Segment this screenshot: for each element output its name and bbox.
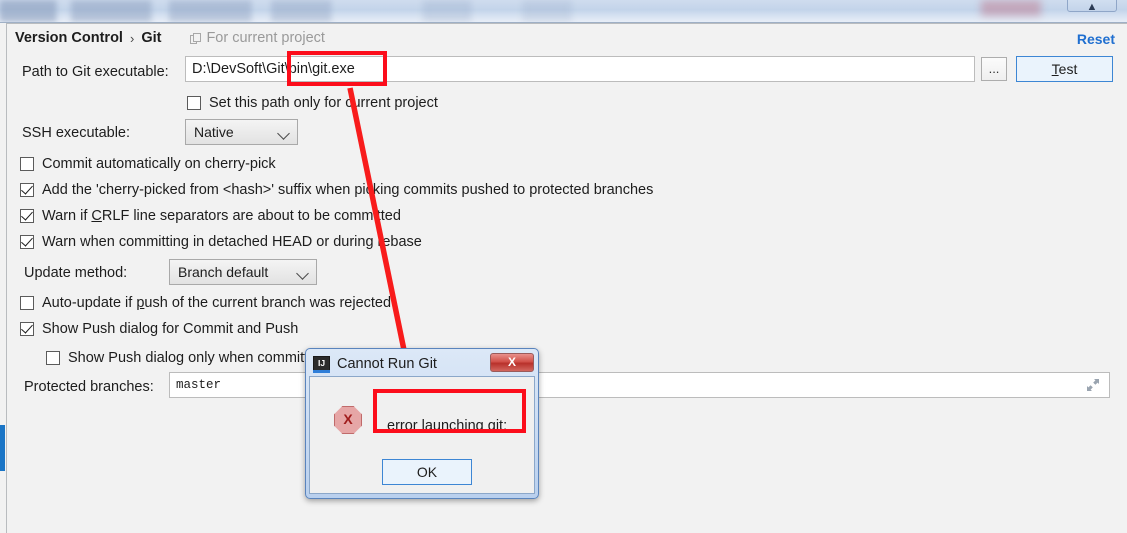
- scope-note-label: For current project: [206, 30, 325, 46]
- breadcrumb-item-version-control[interactable]: Version Control: [15, 30, 123, 46]
- checkbox-label-commit-auto-cherry-pick: Commit automatically on cherry-pick: [42, 156, 276, 172]
- checkbox-show-push-dialog[interactable]: [20, 322, 34, 336]
- parent-window-titlebar: ▲: [0, 0, 1127, 22]
- checkbox-row-warn-crlf[interactable]: Warn if CRLF line separators are about t…: [20, 208, 401, 224]
- blurred-toolbar-content: [0, 0, 700, 22]
- checkbox-label-show-push-dialog: Show Push dialog for Commit and Push: [42, 321, 299, 337]
- chevron-up-icon: ▲: [1086, 1, 1098, 13]
- update-method-value: Branch default: [178, 264, 269, 280]
- dialog-titlebar[interactable]: Cannot Run Git X: [309, 352, 535, 376]
- breadcrumb-separator-icon: ›: [129, 30, 135, 46]
- dialog-title: Cannot Run Git: [337, 356, 437, 372]
- checkbox-warn-crlf[interactable]: [20, 209, 34, 223]
- update-method-select[interactable]: Branch default: [169, 259, 317, 285]
- panel-left-border: [6, 23, 7, 533]
- settings-screen: ▲ Version Control › Git For current proj…: [0, 0, 1127, 533]
- checkbox-row-show-push-dialog[interactable]: Show Push dialog for Commit and Push: [20, 321, 298, 337]
- update-method-label: Update method:: [24, 265, 128, 281]
- checkbox-row-show-push-dialog-only-committing[interactable]: Show Push dialog only when committing: [46, 350, 328, 366]
- panel-top-border: [6, 23, 1127, 24]
- cannot-run-git-dialog: Cannot Run Git X X error launching git: …: [305, 348, 539, 499]
- breadcrumb: Version Control › Git For current projec…: [15, 30, 325, 46]
- dialog-body: X error launching git: OK: [309, 376, 535, 494]
- checkbox-row-commit-auto-cherry-pick[interactable]: Commit automatically on cherry-pick: [20, 156, 276, 172]
- checkbox-row-warn-detached-head[interactable]: Warn when committing in detached HEAD or…: [20, 234, 422, 250]
- checkbox-row-auto-update-push-rejected[interactable]: Auto-update if push of the current branc…: [20, 295, 391, 311]
- checkbox-label-show-push-dialog-only-committing: Show Push dialog only when committing: [68, 350, 328, 366]
- chevron-down-icon: [296, 267, 309, 280]
- close-icon[interactable]: X: [490, 353, 534, 372]
- ssh-executable-value: Native: [194, 124, 234, 140]
- checkbox-row-set-path-only[interactable]: Set this path only for current project: [187, 95, 438, 111]
- checkbox-label-warn-detached-head: Warn when committing in detached HEAD or…: [42, 234, 422, 250]
- checkbox-set-path-only[interactable]: [187, 96, 201, 110]
- checkbox-label-set-path-only: Set this path only for current project: [209, 95, 438, 111]
- ssh-executable-select[interactable]: Native: [185, 119, 298, 145]
- checkbox-cherry-picked-suffix[interactable]: [20, 183, 34, 197]
- path-to-git-label: Path to Git executable:: [22, 64, 169, 80]
- ok-button[interactable]: OK: [382, 459, 472, 485]
- git-settings-panel: Version Control › Git For current projec…: [0, 23, 1127, 533]
- blurred-highlight: [981, 0, 1041, 16]
- scope-note: For current project: [190, 30, 325, 46]
- checkbox-auto-update-push-rejected[interactable]: [20, 296, 34, 310]
- intellij-idea-icon: [313, 355, 330, 373]
- chevron-down-icon: [277, 127, 290, 140]
- breadcrumb-item-git[interactable]: Git: [141, 30, 161, 46]
- window-collapse-button[interactable]: ▲: [1067, 0, 1117, 13]
- ssh-executable-label: SSH executable:: [22, 125, 131, 141]
- error-icon: X: [334, 406, 362, 434]
- checkbox-commit-auto-cherry-pick[interactable]: [20, 157, 34, 171]
- test-button-mnemonic: T: [1051, 61, 1059, 77]
- checkbox-row-cherry-picked-suffix[interactable]: Add the 'cherry-picked from <hash>' suff…: [20, 182, 653, 198]
- test-button-label: est: [1058, 61, 1078, 77]
- project-scope-icon: [190, 32, 202, 44]
- test-button[interactable]: Test: [1016, 56, 1113, 82]
- vertical-scrollbar-thumb[interactable]: [0, 425, 5, 471]
- browse-button[interactable]: ...: [981, 57, 1007, 81]
- checkbox-warn-detached-head[interactable]: [20, 235, 34, 249]
- checkbox-show-push-dialog-only-committing[interactable]: [46, 351, 60, 365]
- checkbox-label-auto-update-push-rejected: Auto-update if push of the current branc…: [42, 295, 392, 311]
- protected-branches-label: Protected branches:: [24, 379, 154, 395]
- dialog-message: error launching git:: [378, 407, 528, 445]
- expand-editor-icon[interactable]: [1085, 377, 1101, 393]
- path-to-git-input[interactable]: [185, 56, 975, 82]
- checkbox-label-cherry-picked-suffix: Add the 'cherry-picked from <hash>' suff…: [42, 182, 654, 198]
- reset-link[interactable]: Reset: [1077, 31, 1115, 47]
- checkbox-label-warn-crlf: Warn if CRLF line separators are about t…: [42, 208, 401, 224]
